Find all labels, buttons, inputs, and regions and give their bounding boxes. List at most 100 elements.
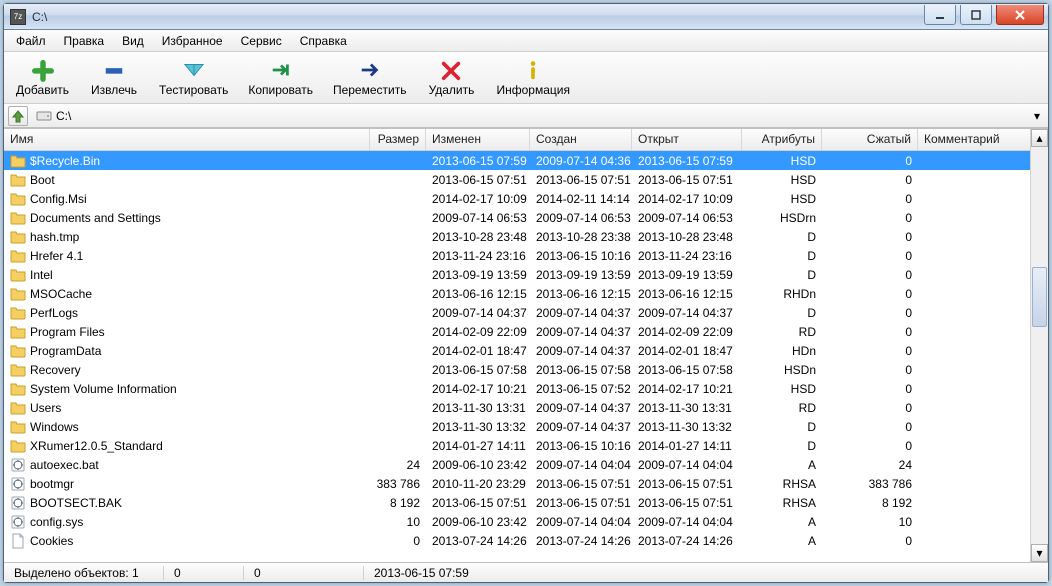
file-attrs: RHDn xyxy=(742,287,822,301)
col-modified[interactable]: Изменен xyxy=(426,129,530,150)
table-row[interactable]: ProgramData2014-02-01 18:472009-07-14 04… xyxy=(4,341,1030,360)
file-name: autoexec.bat xyxy=(30,458,99,472)
table-row[interactable]: $Recycle.Bin2013-06-15 07:592009-07-14 0… xyxy=(4,151,1030,170)
nav-up-button[interactable] xyxy=(8,106,28,126)
folder-icon xyxy=(10,381,26,397)
tool-extract-button[interactable]: Извлечь xyxy=(85,57,143,99)
close-button[interactable] xyxy=(996,5,1044,25)
minimize-button[interactable] xyxy=(924,5,956,25)
table-row[interactable]: autoexec.bat242009-06-10 23:422009-07-14… xyxy=(4,455,1030,474)
file-packed: 0 xyxy=(822,439,918,453)
file-opened: 2009-07-14 04:37 xyxy=(632,306,742,320)
address-dropdown-icon[interactable]: ▾ xyxy=(1034,109,1040,123)
file-modified: 2010-11-20 23:29 xyxy=(426,477,530,491)
tool-add-button[interactable]: Добавить xyxy=(12,57,73,99)
file-attrs: RD xyxy=(742,401,822,415)
file-opened: 2013-06-15 07:51 xyxy=(632,173,742,187)
status-seg4: 2013-06-15 07:59 xyxy=(364,566,479,580)
col-size[interactable]: Размер xyxy=(370,129,426,150)
table-row[interactable]: bootmgr383 7862010-11-20 23:292013-06-15… xyxy=(4,474,1030,493)
table-row[interactable]: BOOTSECT.BAK8 1922013-06-15 07:512013-06… xyxy=(4,493,1030,512)
table-row[interactable]: XRumer12.0.5_Standard2014-01-27 14:11201… xyxy=(4,436,1030,455)
table-row[interactable]: Windows2013-11-30 13:322009-07-14 04:372… xyxy=(4,417,1030,436)
move-icon xyxy=(357,59,383,81)
file-grid: Имя Размер Изменен Создан Открыт Атрибут… xyxy=(4,129,1030,562)
col-opened[interactable]: Открыт xyxy=(632,129,742,150)
titlebar[interactable]: 7z C:\ xyxy=(4,4,1048,30)
tool-label: Тестировать xyxy=(159,83,228,97)
tool-label: Добавить xyxy=(16,83,69,97)
table-row[interactable]: Users2013-11-30 13:312009-07-14 04:37201… xyxy=(4,398,1030,417)
menu-вид[interactable]: Вид xyxy=(114,32,152,50)
file-created: 2009-07-14 06:53 xyxy=(530,211,632,225)
menu-правка[interactable]: Правка xyxy=(56,32,113,50)
tool-copy-button[interactable]: Копировать xyxy=(244,57,317,99)
tool-info-button[interactable]: Информация xyxy=(492,57,573,99)
file-opened: 2013-11-30 13:32 xyxy=(632,420,742,434)
file-name: $Recycle.Bin xyxy=(30,154,100,168)
file-attrs: HSDrn xyxy=(742,211,822,225)
file-created: 2013-06-15 07:52 xyxy=(530,382,632,396)
tool-test-button[interactable]: Тестировать xyxy=(155,57,232,99)
file-packed: 8 192 xyxy=(822,496,918,510)
file-modified: 2009-07-14 04:37 xyxy=(426,306,530,320)
scroll-up-button[interactable]: ▴ xyxy=(1031,129,1048,147)
scroll-track[interactable] xyxy=(1031,147,1048,544)
menu-справка[interactable]: Справка xyxy=(292,32,355,50)
folder-icon xyxy=(10,419,26,435)
table-row[interactable]: Boot2013-06-15 07:512013-06-15 07:512013… xyxy=(4,170,1030,189)
address-bar: C:\ ▾ xyxy=(4,104,1048,128)
file-packed: 0 xyxy=(822,154,918,168)
folder-icon xyxy=(10,229,26,245)
col-packed[interactable]: Сжатый xyxy=(822,129,918,150)
table-row[interactable]: System Volume Information2014-02-17 10:2… xyxy=(4,379,1030,398)
file-attrs: RHSA xyxy=(742,477,822,491)
tool-move-button[interactable]: Переместить xyxy=(329,57,411,99)
file-packed: 0 xyxy=(822,268,918,282)
vertical-scrollbar[interactable]: ▴ ▾ xyxy=(1030,129,1048,562)
table-row[interactable]: Intel2013-09-19 13:592013-09-19 13:59201… xyxy=(4,265,1030,284)
file-icon xyxy=(10,533,26,549)
table-row[interactable]: MSOCache2013-06-16 12:152013-06-16 12:15… xyxy=(4,284,1030,303)
maximize-button[interactable] xyxy=(960,5,992,25)
scroll-thumb[interactable] xyxy=(1032,267,1047,327)
file-opened: 2013-06-15 07:59 xyxy=(632,154,742,168)
col-created[interactable]: Создан xyxy=(530,129,632,150)
file-modified: 2013-06-15 07:58 xyxy=(426,363,530,377)
table-row[interactable]: Config.Msi2014-02-17 10:092014-02-11 14:… xyxy=(4,189,1030,208)
table-row[interactable]: hash.tmp2013-10-28 23:482013-10-28 23:38… xyxy=(4,227,1030,246)
file-name: Documents and Settings xyxy=(30,211,161,225)
main-window: 7z C:\ ФайлПравкаВидИзбранноеСервисСправ… xyxy=(3,3,1049,583)
file-name: BOOTSECT.BAK xyxy=(30,496,122,510)
table-row[interactable]: Hrefer 4.12013-11-24 23:162013-06-15 10:… xyxy=(4,246,1030,265)
menu-избранное[interactable]: Избранное xyxy=(154,32,231,50)
file-size: 0 xyxy=(370,534,426,548)
folder-icon xyxy=(10,343,26,359)
copy-icon xyxy=(268,59,294,81)
menu-файл[interactable]: Файл xyxy=(8,32,54,50)
extract-icon xyxy=(101,59,127,81)
file-opened: 2013-09-19 13:59 xyxy=(632,268,742,282)
menu-сервис[interactable]: Сервис xyxy=(233,32,290,50)
file-attrs: HDn xyxy=(742,344,822,358)
table-row[interactable]: Documents and Settings 2009-07-14 06:5320… xyxy=(4,208,1030,227)
window-title: C:\ xyxy=(32,10,47,24)
file-packed: 24 xyxy=(822,458,918,472)
file-size: 383 786 xyxy=(370,477,426,491)
scroll-down-button[interactable]: ▾ xyxy=(1031,544,1048,562)
table-row[interactable]: Recovery2013-06-15 07:582013-06-15 07:58… xyxy=(4,360,1030,379)
file-packed: 10 xyxy=(822,515,918,529)
table-row[interactable]: Program Files2014-02-09 22:092009-07-14 … xyxy=(4,322,1030,341)
address-field[interactable]: C:\ ▾ xyxy=(32,108,1044,124)
table-row[interactable]: PerfLogs2009-07-14 04:372009-07-14 04:37… xyxy=(4,303,1030,322)
table-row[interactable]: config.sys102009-06-10 23:422009-07-14 0… xyxy=(4,512,1030,531)
file-packed: 0 xyxy=(822,325,918,339)
col-name[interactable]: Имя xyxy=(4,129,370,150)
file-opened: 2009-07-14 06:53 xyxy=(632,211,742,225)
col-comment[interactable]: Комментарий xyxy=(918,129,1008,150)
col-attrs[interactable]: Атрибуты xyxy=(742,129,822,150)
file-modified: 2013-10-28 23:48 xyxy=(426,230,530,244)
table-row[interactable]: Cookies02013-07-24 14:262013-07-24 14:26… xyxy=(4,531,1030,550)
file-opened: 2013-06-15 07:51 xyxy=(632,477,742,491)
tool-delete-button[interactable]: Удалить xyxy=(422,57,480,99)
